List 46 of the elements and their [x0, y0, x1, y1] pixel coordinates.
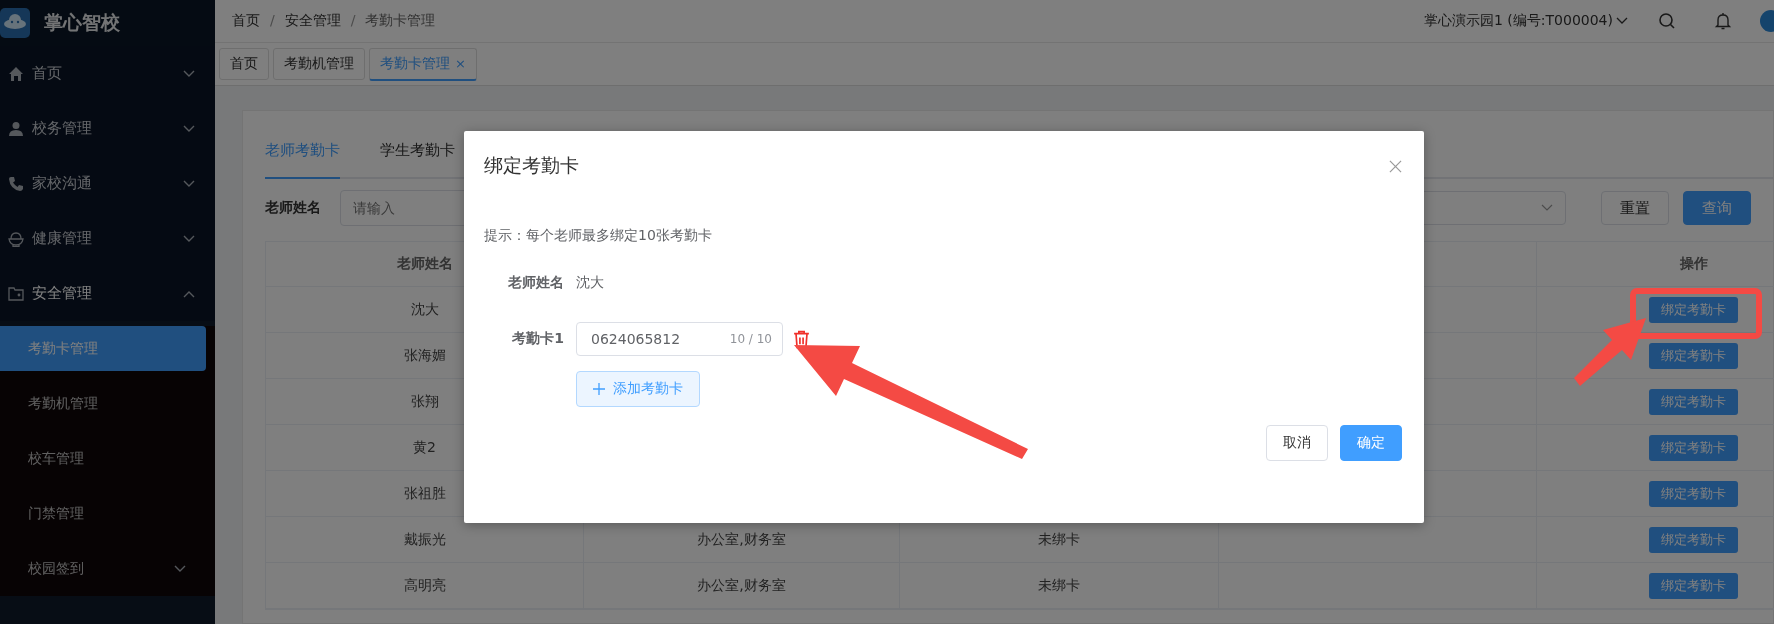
breadcrumb-item[interactable]: 首页 [232, 12, 260, 30]
bind-card-button[interactable]: 绑定考勤卡 [1649, 342, 1738, 369]
cancel-button[interactable]: 取消 [1266, 425, 1328, 461]
field-label: 考勤卡1 [511, 330, 564, 348]
table-cell: 张海媚 [403, 346, 446, 365]
table-cell: 张翔 [410, 392, 439, 411]
query-button[interactable]: 查询 [1683, 191, 1751, 225]
page-tab[interactable]: 首页 [219, 48, 269, 80]
bind-card-button[interactable]: 绑定考勤卡 [1649, 572, 1738, 599]
table-cell: 高明亮 [403, 576, 446, 595]
bind-card-button[interactable]: 绑定考勤卡 [1649, 434, 1738, 461]
add-card-button[interactable]: 添加考勤卡 [576, 371, 700, 407]
breadcrumb-item[interactable]: 考勤卡管理 [365, 12, 436, 30]
bind-card-button[interactable]: 绑定考勤卡 [1649, 388, 1738, 415]
table-cell: 未绑卡 [1038, 576, 1080, 595]
table-cell: 戴振光 [403, 530, 446, 549]
dialog-title: 绑定考勤卡 [484, 153, 579, 178]
submenu-item[interactable]: 校车管理 [0, 431, 206, 486]
page-tab[interactable]: 考勤卡管理 × [369, 47, 477, 81]
table-cell: 沈大 [410, 300, 439, 319]
submenu-item[interactable]: 校园签到 [0, 541, 206, 596]
breadcrumb-separator: / [270, 12, 275, 30]
tab[interactable]: 老师考勤卡 [265, 141, 340, 179]
page-tab[interactable]: 考勤机管理 [273, 48, 365, 80]
column-header: 操作 [1537, 242, 1774, 286]
school-selector[interactable]: 掌心演示园1 (编号:T000004) [1424, 12, 1613, 30]
card-number-input[interactable]: 0624065812 10 / 10 [576, 322, 783, 356]
hint-text: 提示：每个老师最多绑定10张考勤卡 [484, 227, 713, 245]
table-cell: 黄2 [413, 438, 436, 457]
breadcrumb-separator: / [350, 12, 356, 30]
breadcrumb-item[interactable]: 安全管理 [284, 12, 341, 30]
submenu-item[interactable]: 考勤机管理 [0, 376, 206, 431]
reset-button[interactable]: 重置 [1601, 191, 1669, 225]
table-cell: 未绑卡 [1038, 530, 1080, 549]
bind-card-button[interactable]: 绑定考勤卡 [1649, 526, 1738, 553]
table-cell: 办公室,财务室 [697, 576, 786, 595]
tab[interactable]: 学生考勤卡 [380, 141, 455, 177]
brand-name: 掌心智校 [44, 10, 120, 35]
bind-card-button[interactable]: 绑定考勤卡 [1649, 480, 1738, 507]
table-cell: 办公室,财务室 [697, 530, 786, 549]
bind-card-button[interactable]: 绑定考勤卡 [1649, 296, 1738, 323]
submenu-item[interactable]: 考勤卡管理 [0, 326, 206, 371]
submenu-item[interactable]: 门禁管理 [0, 486, 206, 541]
filter-label: 老师姓名 [265, 199, 322, 217]
table-cell: 张祖胜 [403, 484, 446, 503]
confirm-button[interactable]: 确定 [1340, 425, 1402, 461]
